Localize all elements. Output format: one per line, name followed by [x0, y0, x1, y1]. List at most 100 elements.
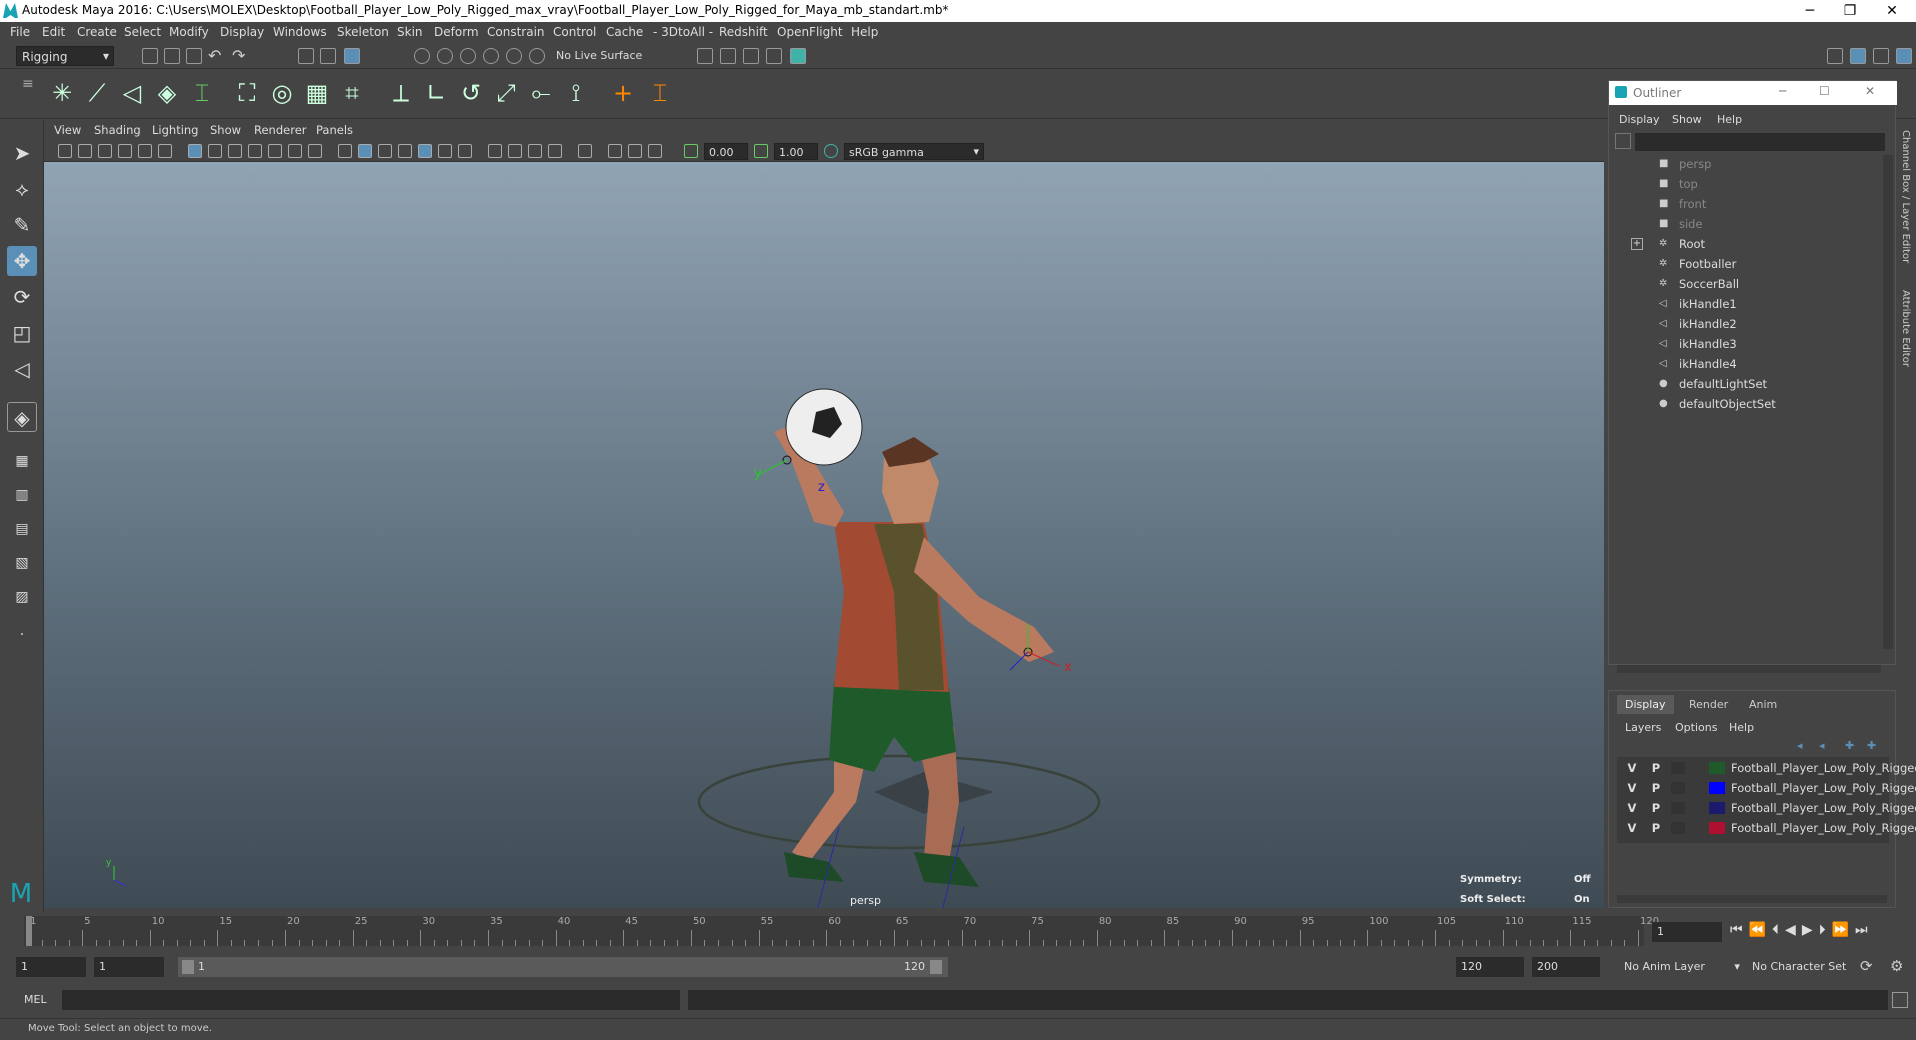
hypershade-layout-icon[interactable]: ▨ [7, 582, 37, 612]
tab-display[interactable]: Display [1617, 695, 1674, 714]
layer-type-toggle[interactable] [1671, 822, 1685, 834]
expand-root-icon[interactable]: + [1631, 238, 1643, 250]
menu-deform[interactable]: Deform [434, 25, 479, 39]
playback-end-field[interactable]: 120 [1456, 957, 1524, 977]
layer-playback-toggle[interactable]: P [1649, 821, 1663, 835]
move-layer-down-icon[interactable]: ◂ [1819, 739, 1825, 752]
isolate-select-icon[interactable] [578, 144, 592, 158]
insert-joint-icon[interactable]: ◈ [152, 78, 182, 108]
save-scene-icon[interactable] [186, 48, 202, 64]
layer-visibility-toggle[interactable]: V [1625, 761, 1639, 775]
outliner-item-top[interactable]: ■ top [1659, 175, 1698, 193]
locator-icon[interactable]: + [608, 78, 638, 108]
channel-box-toggle-icon[interactable] [1896, 48, 1912, 64]
bookmark-icon[interactable] [98, 144, 112, 158]
outliner-item-ikhandle1[interactable]: ◁ ikHandle1 [1659, 295, 1737, 313]
redo-icon[interactable]: ↷ [232, 46, 245, 65]
panel-menu-show[interactable]: Show [210, 123, 241, 137]
outliner-item-defaultlightset[interactable]: ● defaultLightSet [1659, 375, 1767, 393]
range-start-handle[interactable] [182, 960, 194, 974]
select-camera-icon[interactable] [58, 144, 72, 158]
snap-live-icon[interactable] [529, 48, 545, 64]
four-view-layout-icon[interactable]: ▥ [7, 480, 37, 510]
close-button[interactable]: ✕ [1872, 0, 1912, 22]
command-language-label[interactable]: MEL [24, 993, 47, 1006]
panel-menu-panels[interactable]: Panels [316, 123, 353, 137]
aim-constraint-icon[interactable]: ∟ [421, 78, 451, 108]
exposure-field[interactable]: 0.00 [704, 143, 748, 160]
snap-surface-icon[interactable] [506, 48, 522, 64]
attribute-editor-toggle-icon[interactable] [1850, 48, 1866, 64]
joint-tool-icon[interactable]: ✳ [47, 78, 77, 108]
wireframe-icon[interactable] [338, 144, 352, 158]
menu-skeleton[interactable]: Skeleton [337, 25, 389, 39]
anti-aliasing-icon[interactable] [528, 144, 542, 158]
right-shoe-mesh[interactable] [914, 852, 979, 887]
time-slider[interactable]: 1 5 10 15 20 25 30 35 40 45 50 55 60 65 70 75 80 85 90 95 10… [0, 912, 1916, 952]
new-layer-selected-icon[interactable]: ✚ [1867, 739, 1876, 752]
layer-row[interactable]: V P Football_Player_Low_Poly_Rigged_h [1625, 819, 1916, 837]
move-layer-up-icon[interactable]: ◂ [1797, 739, 1803, 752]
animation-start-field[interactable]: 1 [16, 957, 86, 977]
ipr-render-icon[interactable] [743, 48, 759, 64]
layer-playback-toggle[interactable]: P [1649, 801, 1663, 815]
menu-control[interactable]: Control [553, 25, 596, 39]
scale-tool-icon[interactable]: ◰ [7, 318, 37, 348]
menu-help[interactable]: Help [851, 25, 878, 39]
range-bar[interactable]: 1 120 [178, 957, 948, 977]
field-chart-icon[interactable] [268, 144, 282, 158]
outliner-item-front[interactable]: ■ front [1659, 195, 1706, 213]
manip-y-axis[interactable] [759, 459, 788, 475]
select-hierarchy-icon[interactable] [298, 48, 314, 64]
menu-display[interactable]: Display [220, 25, 264, 39]
menu-cache[interactable]: Cache [606, 25, 643, 39]
restore-button[interactable]: ❐ [1830, 0, 1870, 22]
xray-joints-icon[interactable] [628, 144, 642, 158]
panel-menu-shading[interactable]: Shading [94, 123, 141, 137]
snap-curve-icon[interactable] [437, 48, 453, 64]
outliner-item-footballer[interactable]: ✲ Footballer [1659, 255, 1736, 273]
layer-row[interactable]: V P Football_Player_Low_Poly_Rigged [1625, 759, 1916, 777]
motion-blur-icon[interactable] [508, 144, 522, 158]
snap-point-icon[interactable] [460, 48, 476, 64]
create-skeleton-icon[interactable]: ⌶ [187, 78, 217, 108]
panel-menu-lighting[interactable]: Lighting [152, 123, 198, 137]
depth-of-field-icon[interactable] [548, 144, 562, 158]
outliner-menu-show[interactable]: Show [1672, 113, 1702, 126]
default-material-icon[interactable] [378, 144, 392, 158]
textured-icon[interactable] [418, 144, 432, 158]
menu-openflight[interactable]: OpenFlight [777, 25, 843, 39]
lasso-tool-icon[interactable]: ⟡ [7, 174, 37, 204]
outliner-item-side[interactable]: ■ side [1659, 215, 1703, 233]
gamma-field[interactable]: 1.00 [774, 143, 818, 160]
outliner-item-persp[interactable]: ■ persp [1659, 155, 1711, 173]
point-constraint-icon[interactable]: ⟂ [386, 78, 416, 108]
panel-menu-renderer[interactable]: Renderer [254, 123, 307, 137]
character-set-dropdown[interactable]: No Character Set [1752, 960, 1846, 973]
menu-3dtoall[interactable]: - 3DtoAll - [653, 25, 713, 39]
left-shoe-mesh[interactable] [784, 852, 844, 882]
2d-pan-zoom-icon[interactable] [138, 144, 152, 158]
layer-type-toggle[interactable] [1671, 802, 1685, 814]
layer-visibility-toggle[interactable]: V [1625, 801, 1639, 815]
single-perspective-layout-icon[interactable]: ▦ [7, 446, 37, 476]
maya-home-icon[interactable]: M [4, 880, 38, 908]
wireframe-on-shaded-icon[interactable] [398, 144, 412, 158]
last-tool-icon[interactable]: ◁ [7, 354, 37, 384]
safe-title-icon[interactable] [308, 144, 322, 158]
layer-playback-toggle[interactable]: P [1649, 781, 1663, 795]
wrap-deformer-icon[interactable]: ⌗ [337, 78, 367, 108]
layer-horizontal-scrollbar[interactable] [1617, 895, 1887, 903]
exposure-icon[interactable] [684, 144, 698, 158]
outliner-menu-display[interactable]: Display [1619, 113, 1660, 126]
outliner-item-ikhandle2[interactable]: ◁ ikHandle2 [1659, 315, 1737, 333]
layers-menu-options[interactable]: Options [1675, 721, 1717, 734]
paint-select-tool-icon[interactable]: ✎ [7, 210, 37, 240]
outliner-filter-icon[interactable] [1615, 133, 1631, 149]
select-object-icon[interactable] [320, 48, 336, 64]
new-layer-icon[interactable]: ✚ [1845, 739, 1854, 752]
layers-menu-help[interactable]: Help [1729, 721, 1754, 734]
menu-windows[interactable]: Windows [273, 25, 327, 39]
use-all-lights-icon[interactable] [438, 144, 452, 158]
persp-graph-layout-icon[interactable]: ▧ [7, 548, 37, 578]
